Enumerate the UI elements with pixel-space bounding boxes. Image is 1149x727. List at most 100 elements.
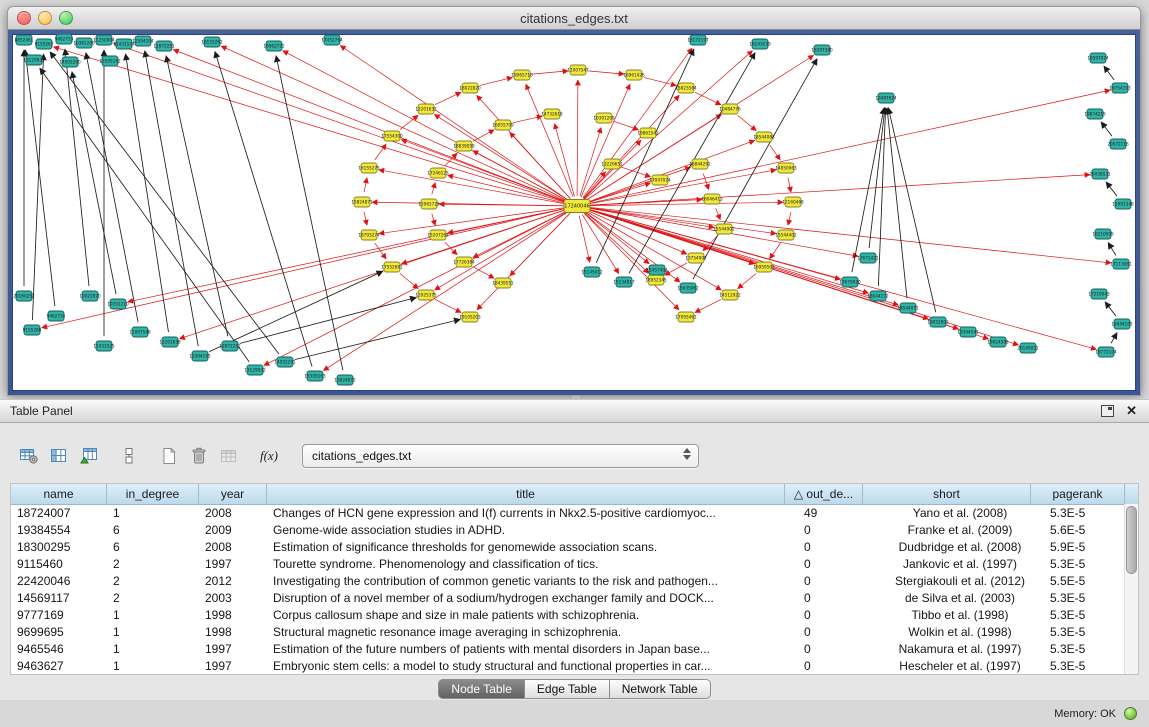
- graph-node[interactable]: 13129931: [23, 55, 45, 65]
- graph-node[interactable]: 9155262: [35, 39, 54, 49]
- graph-node[interactable]: 12925375: [415, 290, 437, 300]
- column-header-short[interactable]: short: [863, 484, 1031, 504]
- graph-node[interactable]: 19344541: [957, 327, 979, 337]
- graph-node[interactable]: 13129932: [244, 365, 266, 375]
- graph-node[interactable]: 14502290: [59, 57, 81, 67]
- table-row[interactable]: 977716911998Corpus callosum shape and si…: [11, 607, 1138, 624]
- graph-node[interactable]: 16155262: [201, 37, 223, 47]
- graph-node[interactable]: 18772104: [1095, 347, 1117, 357]
- column-header-title[interactable]: title: [267, 484, 785, 504]
- table-row[interactable]: 969969511998Structural magnetic resonanc…: [11, 624, 1138, 641]
- graph-node[interactable]: 16962722: [263, 41, 285, 51]
- graph-node[interactable]: 16155275: [358, 163, 380, 173]
- graph-node[interactable]: 14512922: [719, 290, 741, 300]
- graph-node[interactable]: 18544071: [897, 303, 919, 313]
- graph-node[interactable]: 18439551: [492, 278, 514, 288]
- show-columns-icon[interactable]: [46, 443, 72, 469]
- graph-node[interactable]: 11007548: [129, 327, 151, 337]
- minimize-window-button[interactable]: [38, 11, 52, 25]
- graph-node[interactable]: 18243039: [749, 39, 771, 49]
- table-row[interactable]: 2242004622012Investigating the contribut…: [11, 573, 1138, 590]
- graph-node[interactable]: 19965718: [511, 70, 533, 80]
- graph-node[interactable]: 15824872: [334, 375, 356, 385]
- graph-node[interactable]: 19597024: [1087, 53, 1109, 63]
- graph-node[interactable]: 12201637: [415, 104, 437, 114]
- graph-node[interactable]: 15824871: [351, 197, 373, 207]
- graph-node[interactable]: 10381209: [73, 38, 95, 48]
- graph-node[interactable]: 12504104: [132, 36, 154, 46]
- network-canvas[interactable]: 1724004615824871161552751755430012201637…: [12, 34, 1136, 391]
- graph-node[interactable]: 18297380: [811, 45, 833, 55]
- graph-node[interactable]: 20438531: [1089, 169, 1111, 179]
- table-row[interactable]: 1456911722003Disruption of a novel membe…: [11, 590, 1138, 607]
- close-panel-icon[interactable]: ✕: [1126, 405, 1137, 417]
- graph-node[interactable]: 17671421: [857, 253, 879, 263]
- column-header-out_de[interactable]: △ out_de...: [785, 484, 863, 504]
- graph-node[interactable]: 15823584: [675, 83, 697, 93]
- graph-node[interactable]: 11431525: [93, 341, 115, 351]
- table-settings-icon[interactable]: [16, 443, 42, 469]
- graph-node[interactable]: 20072116: [1107, 139, 1129, 149]
- function-builder-icon[interactable]: f(x): [256, 443, 282, 469]
- graph-node[interactable]: 15505163: [304, 371, 326, 381]
- graph-node[interactable]: 19861542: [637, 128, 659, 138]
- table-row[interactable]: 1830029562008Estimation of significance …: [11, 539, 1138, 556]
- table-row[interactable]: 911546021997Tourette syndrome. Phenomeno…: [11, 556, 1138, 573]
- graph-node[interactable]: 12872251: [153, 41, 175, 51]
- graph-node[interactable]: 10391209: [593, 113, 615, 123]
- graph-node[interactable]: 18844292: [689, 159, 711, 169]
- graph-node[interactable]: 17210043: [1088, 289, 1110, 299]
- network-graph[interactable]: 1724004615824871161552751755430012201637…: [12, 34, 1136, 391]
- graph-node[interactable]: 18044172: [867, 291, 889, 301]
- graph-node[interactable]: 10022820: [79, 291, 101, 301]
- graph-node[interactable]: 19874219: [1084, 109, 1106, 119]
- table-row[interactable]: 946554611997Estimation of the future num…: [11, 641, 1138, 658]
- graph-node[interactable]: 20145052: [1017, 343, 1039, 353]
- tab-node-table[interactable]: Node Table: [438, 679, 525, 699]
- table-row[interactable]: 1872400712008Changes of HCN gene express…: [11, 505, 1138, 522]
- column-header-pagerank[interactable]: pagerank: [1031, 484, 1125, 504]
- graph-node[interactable]: 10484776: [719, 104, 741, 114]
- graph-node[interactable]: 13220651: [601, 159, 623, 169]
- import-table-icon[interactable]: [76, 443, 102, 469]
- graph-node[interactable]: 15544902: [713, 224, 735, 234]
- graph-node[interactable]: 14850963: [775, 163, 797, 173]
- table-row[interactable]: 946362711997Embryonic stem cells: a mode…: [11, 658, 1138, 675]
- table-scrollbar-thumb[interactable]: [1126, 506, 1137, 574]
- graph-node[interactable]: 19754103: [1109, 83, 1131, 93]
- graph-node[interactable]: 17726384: [453, 257, 475, 267]
- merge-table-icon[interactable]: [216, 443, 242, 469]
- graph-node[interactable]: 9462734: [47, 311, 66, 321]
- graph-node[interactable]: 18952345: [645, 275, 667, 285]
- graph-node[interactable]: 17113061: [1110, 259, 1132, 269]
- graph-node[interactable]: 19105203: [459, 312, 481, 322]
- graph-node[interactable]: 17679920: [839, 277, 861, 287]
- delete-table-icon[interactable]: [186, 443, 212, 469]
- graph-node[interactable]: 19052803: [927, 317, 949, 327]
- tab-network-table[interactable]: Network Table: [609, 679, 711, 699]
- graph-node[interactable]: 8852461: [15, 35, 34, 45]
- graph-node[interactable]: 12872252: [219, 341, 241, 351]
- graph-node[interactable]: 18172197: [687, 35, 709, 45]
- graph-node[interactable]: 18793274: [358, 230, 380, 240]
- graph-node[interactable]: 13754902: [685, 253, 707, 263]
- graph-node[interactable]: 18839059: [453, 141, 475, 151]
- graph-node[interactable]: 12201638: [159, 337, 181, 347]
- column-header-in_degree[interactable]: in_degree: [107, 484, 199, 504]
- graph-node[interactable]: 15544402: [775, 230, 797, 240]
- graph-node[interactable]: 19924502: [987, 337, 1009, 347]
- graph-node[interactable]: 16046413: [701, 194, 723, 204]
- window-titlebar[interactable]: citations_edges.txt: [7, 6, 1141, 30]
- graph-node[interactable]: 14732618: [541, 109, 563, 119]
- graph-node[interactable]: 15457404: [646, 265, 668, 275]
- close-window-button[interactable]: [17, 11, 31, 25]
- graph-node[interactable]: 17095461: [675, 312, 697, 322]
- graph-node[interactable]: 11250904: [93, 35, 115, 45]
- graph-node[interactable]: 12504105: [189, 351, 211, 361]
- table-row[interactable]: 1938455462009Genome-wide association stu…: [11, 522, 1138, 539]
- row-options-icon[interactable]: [116, 443, 142, 469]
- graph-node[interactable]: 17552681: [381, 262, 403, 272]
- graph-node[interactable]: 18444105: [1111, 319, 1133, 329]
- graph-node[interactable]: 17452764: [321, 35, 343, 45]
- graph-node[interactable]: 12962722: [418, 199, 440, 209]
